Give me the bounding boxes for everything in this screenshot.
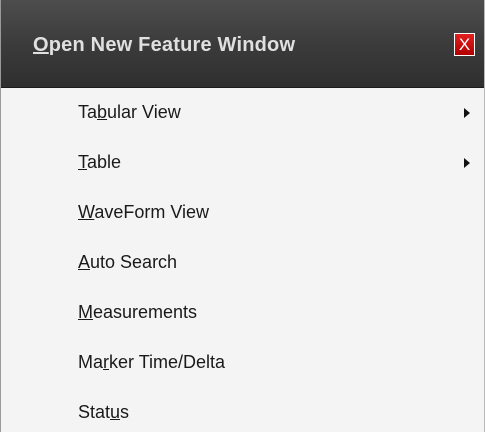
title-text-rest: pen New Feature Window: [48, 34, 296, 56]
title-mnemonic: O: [33, 34, 49, 56]
menu-item-label: WaveForm View: [78, 201, 209, 223]
submenu-arrow-icon: [464, 108, 470, 118]
title-bar: Open New Feature Window X: [1, 0, 484, 88]
menu-list: Tabular View Table WaveForm View Auto Se…: [1, 88, 484, 438]
label-suffix: uto Search: [90, 252, 178, 272]
menu-item-tabular-view[interactable]: Tabular View: [1, 88, 484, 138]
label-suffix: ker Time/Delta: [109, 352, 226, 372]
window-title: Open New Feature Window: [33, 32, 295, 58]
label-mnemonic: M: [78, 302, 93, 322]
menu-item-label: Auto Search: [78, 251, 177, 273]
label-prefix: Ta: [78, 102, 98, 122]
label-prefix: Ma: [78, 352, 104, 372]
close-button[interactable]: X: [454, 33, 475, 56]
label-mnemonic: A: [78, 252, 91, 272]
label-suffix: s: [120, 402, 130, 422]
label-suffix: easurements: [93, 302, 198, 322]
label-mnemonic: T: [78, 152, 87, 172]
menu-item-label: Measurements: [78, 301, 197, 323]
label-suffix: ular View: [107, 102, 181, 122]
label-prefix: Stat: [78, 402, 111, 422]
menu-item-label: Table: [78, 151, 121, 173]
menu-item-measurements[interactable]: Measurements: [1, 288, 484, 338]
menu-item-label: Marker Time/Delta: [78, 351, 225, 373]
feature-menu-window: Open New Feature Window X Tabular View T…: [0, 0, 485, 432]
label-suffix: able: [87, 152, 122, 172]
menu-item-label: Status: [78, 401, 129, 423]
menu-item-marker-time-delta[interactable]: Marker Time/Delta: [1, 338, 484, 388]
label-mnemonic: b: [97, 102, 108, 122]
menu-item-status[interactable]: Status: [1, 388, 484, 438]
submenu-arrow-icon: [464, 158, 470, 168]
menu-item-auto-search[interactable]: Auto Search: [1, 238, 484, 288]
label-mnemonic: u: [110, 402, 121, 422]
menu-item-label: Tabular View: [78, 101, 181, 123]
label-mnemonic: W: [78, 202, 95, 222]
menu-item-table[interactable]: Table: [1, 138, 484, 188]
label-suffix: aveForm View: [94, 202, 210, 222]
menu-item-waveform-view[interactable]: WaveForm View: [1, 188, 484, 238]
